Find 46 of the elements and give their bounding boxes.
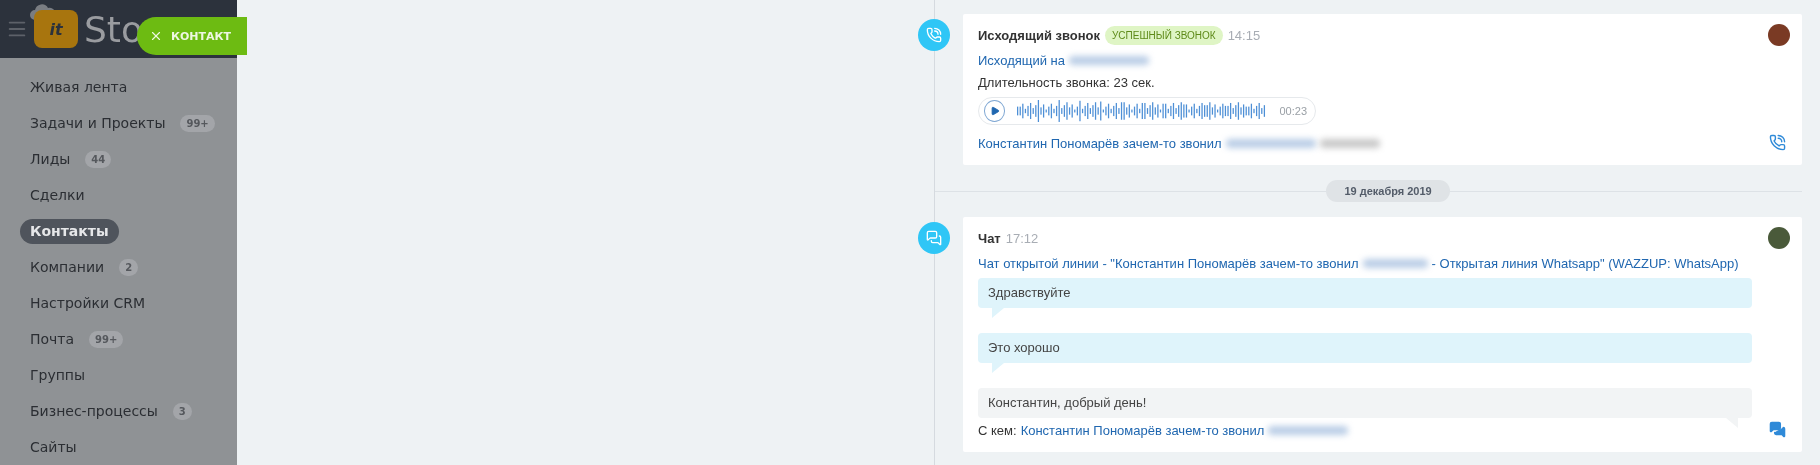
- message-bubble: Константин, добрый день!: [978, 388, 1752, 418]
- sidebar-item[interactable]: Задачи и Проекты: [20, 111, 176, 136]
- phone-icon: [918, 19, 950, 51]
- close-icon: [149, 29, 163, 43]
- phone-icon[interactable]: [1769, 134, 1786, 151]
- status-badge: УСПЕШНЫЙ ЗВОНОК: [1105, 25, 1223, 45]
- sidebar-item[interactable]: Бизнес-процессы: [20, 399, 168, 424]
- sidebar-item[interactable]: Живая лента: [20, 75, 138, 100]
- chat-link[interactable]: Чат открытой линии - "Константин Пономарёв зачем-то звонил: [978, 256, 1359, 271]
- bubble-tail: [992, 363, 1004, 373]
- chat-link[interactable]: - Открытая линия Whatsapp" (WAZZUP: WhatsApp): [1431, 256, 1739, 271]
- event-time: 14:15: [1227, 27, 1261, 43]
- play-button[interactable]: [984, 100, 1006, 122]
- sidebar-item[interactable]: Компании: [20, 255, 115, 280]
- counter-badge: 3: [172, 403, 192, 420]
- date-separator: 19 декабря 2019: [1326, 180, 1450, 202]
- chat-icon: [918, 222, 950, 254]
- sidebar-item[interactable]: Сайты: [20, 435, 87, 460]
- counter-badge: 99+: [180, 115, 215, 132]
- message-bubble: Это хорошо: [978, 333, 1752, 363]
- bubble-tail: [992, 308, 1004, 318]
- event-time: 17:12: [1005, 230, 1039, 246]
- chat-icon[interactable]: [1769, 421, 1786, 438]
- counter-badge: 2: [119, 259, 139, 276]
- sidebar-item[interactable]: Сделки: [20, 183, 95, 208]
- event-title: Чат: [978, 230, 1001, 246]
- call-direction-link[interactable]: Исходящий на: [978, 53, 1065, 68]
- sidebar-item[interactable]: Лиды: [20, 147, 81, 172]
- blurred-text: [1362, 259, 1428, 268]
- contact-link[interactable]: Константин Пономарёв зачем-то звонил: [1020, 423, 1265, 438]
- contact-link[interactable]: Константин Пономарёв зачем-то звонил: [978, 136, 1222, 151]
- blurred-text: [1319, 139, 1380, 148]
- counter-badge: 44: [85, 151, 112, 168]
- sidebar-item[interactable]: Контакты: [20, 219, 119, 244]
- sidebar-item[interactable]: Группы: [20, 363, 96, 388]
- audio-duration: 00:23: [1279, 105, 1307, 117]
- avatar: [1768, 24, 1790, 46]
- play-icon: [989, 106, 1000, 116]
- message-bubble: Здравствуйте: [978, 278, 1752, 308]
- call-duration: Длительность звонка: 23 сек.: [978, 75, 1155, 90]
- avatar: [1768, 227, 1790, 249]
- sidebar-item[interactable]: Настройки CRM: [20, 291, 156, 316]
- event-title: Исходящий звонок: [978, 27, 1100, 43]
- counter-badge: 99+: [89, 331, 124, 348]
- sidebar-item[interactable]: Почта: [20, 327, 85, 352]
- with-label: С кем:: [978, 423, 1017, 438]
